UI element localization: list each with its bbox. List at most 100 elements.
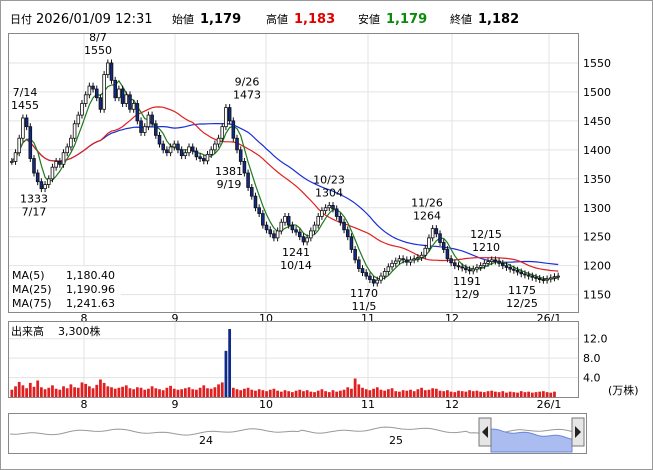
candle-body	[28, 126, 33, 159]
volume-bar	[464, 391, 468, 397]
candle-body	[464, 267, 468, 271]
volume-bar	[460, 391, 464, 397]
candle-body	[106, 62, 110, 75]
candle-body	[530, 275, 535, 278]
volume-bar	[36, 380, 40, 397]
candle-body	[179, 149, 184, 157]
candle-body	[235, 137, 239, 151]
candle-body	[272, 233, 276, 239]
volume-bar	[257, 389, 261, 397]
candle-body	[305, 237, 309, 243]
candle-body	[331, 205, 335, 210]
candle-body	[43, 184, 47, 190]
volume-bar	[364, 389, 368, 397]
candle-body	[205, 154, 210, 162]
candle-body	[379, 275, 383, 281]
volume-bar	[353, 378, 357, 397]
legend-ma5-label: MA(5)	[12, 269, 45, 282]
volume-y-tick-label: 8.0	[583, 352, 601, 365]
candle-body	[294, 229, 298, 233]
candle-body	[441, 242, 446, 250]
annotation-label: 10/23	[313, 173, 345, 186]
candle-body	[548, 277, 553, 280]
navigator-label-24: 24	[199, 434, 213, 447]
volume-bar	[191, 389, 195, 397]
candle-body	[504, 265, 509, 268]
volume-bar	[183, 388, 187, 397]
annotation-label: 7/17	[22, 206, 47, 219]
volume-bar	[172, 388, 176, 397]
volume-bar	[471, 391, 475, 397]
candle-body	[297, 231, 302, 238]
volume-bar	[124, 385, 128, 397]
volume-bar	[294, 390, 298, 397]
range-navigator[interactable]: 24 25	[8, 413, 587, 454]
date-label: 日付	[10, 13, 32, 26]
annotation-label: 11/26	[411, 197, 443, 210]
annotation-label: 11/5	[352, 300, 377, 313]
volume-bar	[379, 389, 383, 397]
candle-body	[216, 137, 221, 145]
candle-body	[69, 137, 73, 148]
candle-body	[438, 233, 442, 243]
candle-body	[94, 88, 99, 99]
candle-body	[393, 260, 398, 264]
volume-bar	[47, 387, 51, 397]
candle-body	[493, 259, 498, 262]
candle-body	[427, 237, 431, 249]
candle-body	[10, 161, 14, 163]
navigator-right-handle[interactable]	[571, 417, 585, 447]
candle-body	[309, 230, 313, 239]
candle-body	[489, 259, 494, 263]
volume-x-tick-label: 8	[81, 398, 88, 411]
candle-body	[113, 79, 117, 99]
navigator-label-25: 25	[389, 434, 403, 447]
volume-bar	[368, 390, 372, 397]
candle-body	[157, 134, 162, 145]
volume-bar	[538, 391, 542, 397]
candle-body	[323, 207, 328, 212]
volume-bar	[290, 392, 294, 397]
candle-body	[24, 117, 29, 128]
annotation-label: 1550	[84, 44, 112, 57]
volume-bar	[516, 392, 519, 397]
candle-body	[257, 207, 261, 214]
volume-bar	[65, 388, 69, 397]
volume-bar	[490, 390, 494, 397]
candle-body	[198, 156, 202, 159]
navigator-left-handle[interactable]	[478, 417, 492, 447]
volume-bar	[420, 387, 423, 397]
volume-bar	[84, 383, 88, 397]
candle-body	[72, 123, 77, 139]
candle-body	[482, 262, 487, 267]
candle-body	[556, 275, 560, 278]
annotation-label: 9/19	[217, 178, 242, 191]
candle-body	[471, 268, 476, 272]
volume-bar	[209, 388, 213, 397]
candle-body	[360, 268, 365, 274]
candle-body	[412, 258, 416, 261]
volume-bar	[350, 388, 353, 397]
low-label: 安値	[358, 12, 380, 26]
volume-bar	[220, 382, 224, 397]
price-y-tick-label: 1550	[583, 57, 611, 70]
volume-bar	[534, 392, 538, 397]
candle-body	[98, 97, 103, 110]
candle-body	[301, 236, 306, 243]
volume-bar	[501, 391, 505, 397]
volume-bar	[143, 389, 147, 397]
candle-body	[253, 195, 258, 209]
candle-body	[397, 258, 402, 262]
candle-body	[202, 158, 206, 162]
ma-legend: MA(5) 1,180.40 MA(25) 1,190.96 MA(75) 1,…	[9, 266, 121, 311]
annotation-label: 1191	[453, 275, 481, 288]
volume-bar	[17, 381, 21, 397]
volume-bar	[106, 386, 110, 397]
volume-bar	[169, 385, 172, 397]
volume-bar	[150, 386, 154, 397]
candle-body	[371, 279, 376, 284]
candle-body	[327, 205, 332, 209]
candle-body	[65, 146, 69, 154]
candle-body	[475, 267, 479, 270]
volume-bar	[423, 390, 427, 397]
